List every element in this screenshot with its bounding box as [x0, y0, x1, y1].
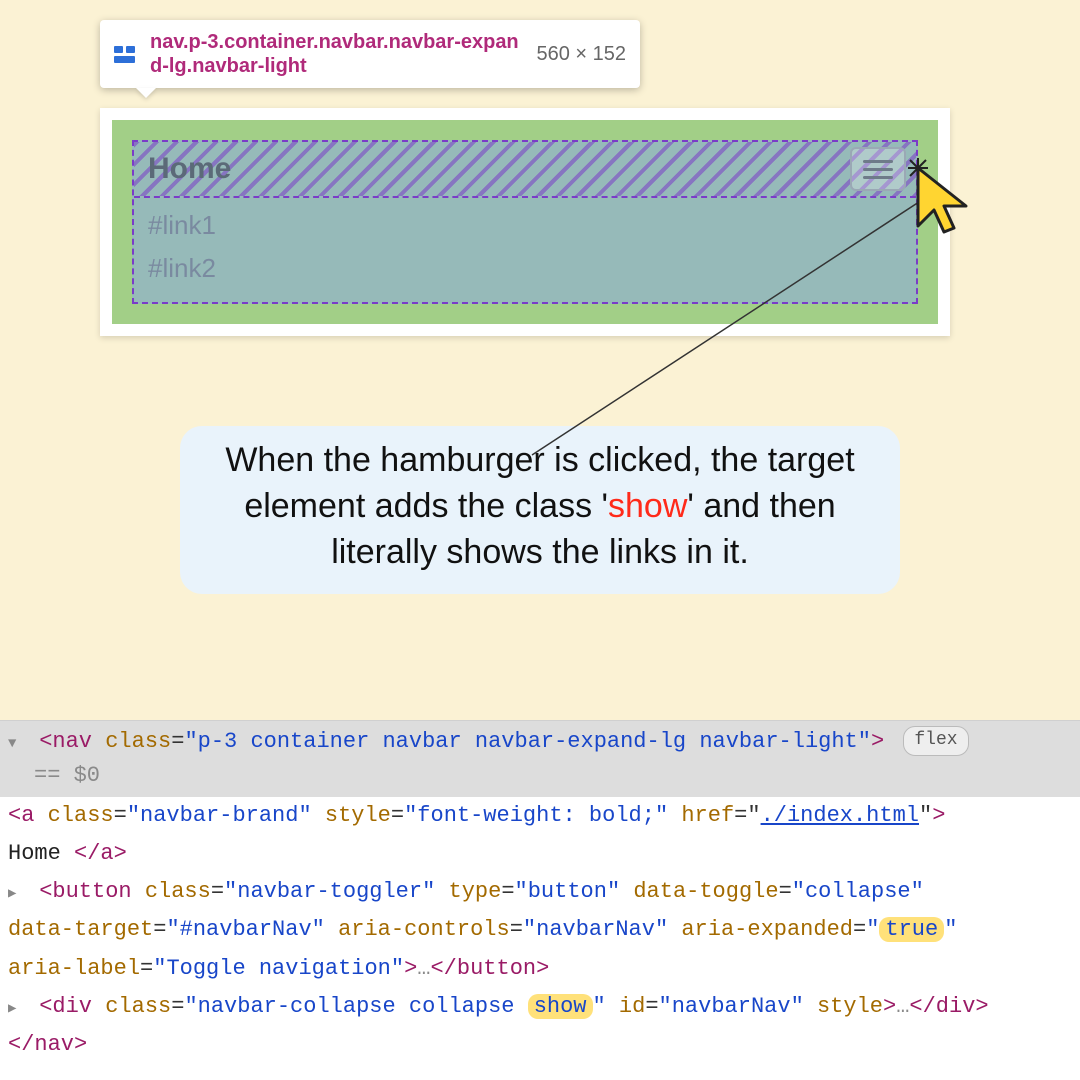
layout-icon — [114, 42, 138, 66]
caret-icon[interactable] — [8, 990, 26, 1024]
explanation-text: When the hamburger is clicked, the targe… — [180, 426, 900, 594]
nav-container: Home #link1 #link2 — [112, 120, 938, 324]
devtools-line-button[interactable]: <button class="navbar-toggler" type="but… — [0, 873, 1080, 911]
cursor-icon — [908, 156, 978, 236]
devtools-line-button-2[interactable]: data-target="#navbarNav" aria-controls="… — [0, 911, 1080, 949]
devtools-line-a[interactable]: <a class="navbar-brand" style="font-weig… — [0, 797, 1080, 835]
nav-links: #link1 #link2 — [134, 198, 916, 302]
nav-link-1[interactable]: #link1 — [148, 204, 902, 247]
highlight-hatch — [134, 142, 916, 196]
tooltip-dimensions: 560 × 152 — [536, 43, 626, 66]
devtools-line-div[interactable]: <div class="navbar-collapse collapse sho… — [0, 988, 1080, 1026]
page-preview: Home #link1 #link2 — [100, 108, 950, 336]
devtools-panel[interactable]: <nav class="p-3 container navbar navbar-… — [0, 720, 1080, 1080]
nav-top-row: Home — [134, 142, 916, 198]
inspector-tooltip: nav.p-3.container.navbar.navbar-expand-l… — [100, 20, 640, 88]
eq-dollar: == $0 — [8, 763, 100, 788]
nav-link-2[interactable]: #link2 — [148, 247, 902, 290]
caret-icon[interactable] — [8, 725, 26, 759]
inspected-nav: Home #link1 #link2 — [132, 140, 918, 304]
hamburger-button[interactable] — [850, 147, 906, 191]
explanation: When the hamburger is clicked, the targe… — [0, 426, 1080, 594]
explain-highlight: show — [608, 487, 687, 525]
devtools-selected-line[interactable]: <nav class="p-3 container navbar navbar-… — [0, 721, 1080, 797]
brand-link[interactable]: Home — [134, 144, 245, 194]
tooltip-selector: nav.p-3.container.navbar.navbar-expand-l… — [150, 30, 524, 78]
flex-badge[interactable]: flex — [903, 726, 968, 756]
devtools-line-a-text[interactable]: Home </a> — [0, 835, 1080, 873]
devtools-line-nav-close[interactable]: </nav> — [0, 1026, 1080, 1064]
caret-icon[interactable] — [8, 875, 26, 909]
devtools-line-button-3[interactable]: aria-label="Toggle navigation">…</button… — [0, 950, 1080, 988]
